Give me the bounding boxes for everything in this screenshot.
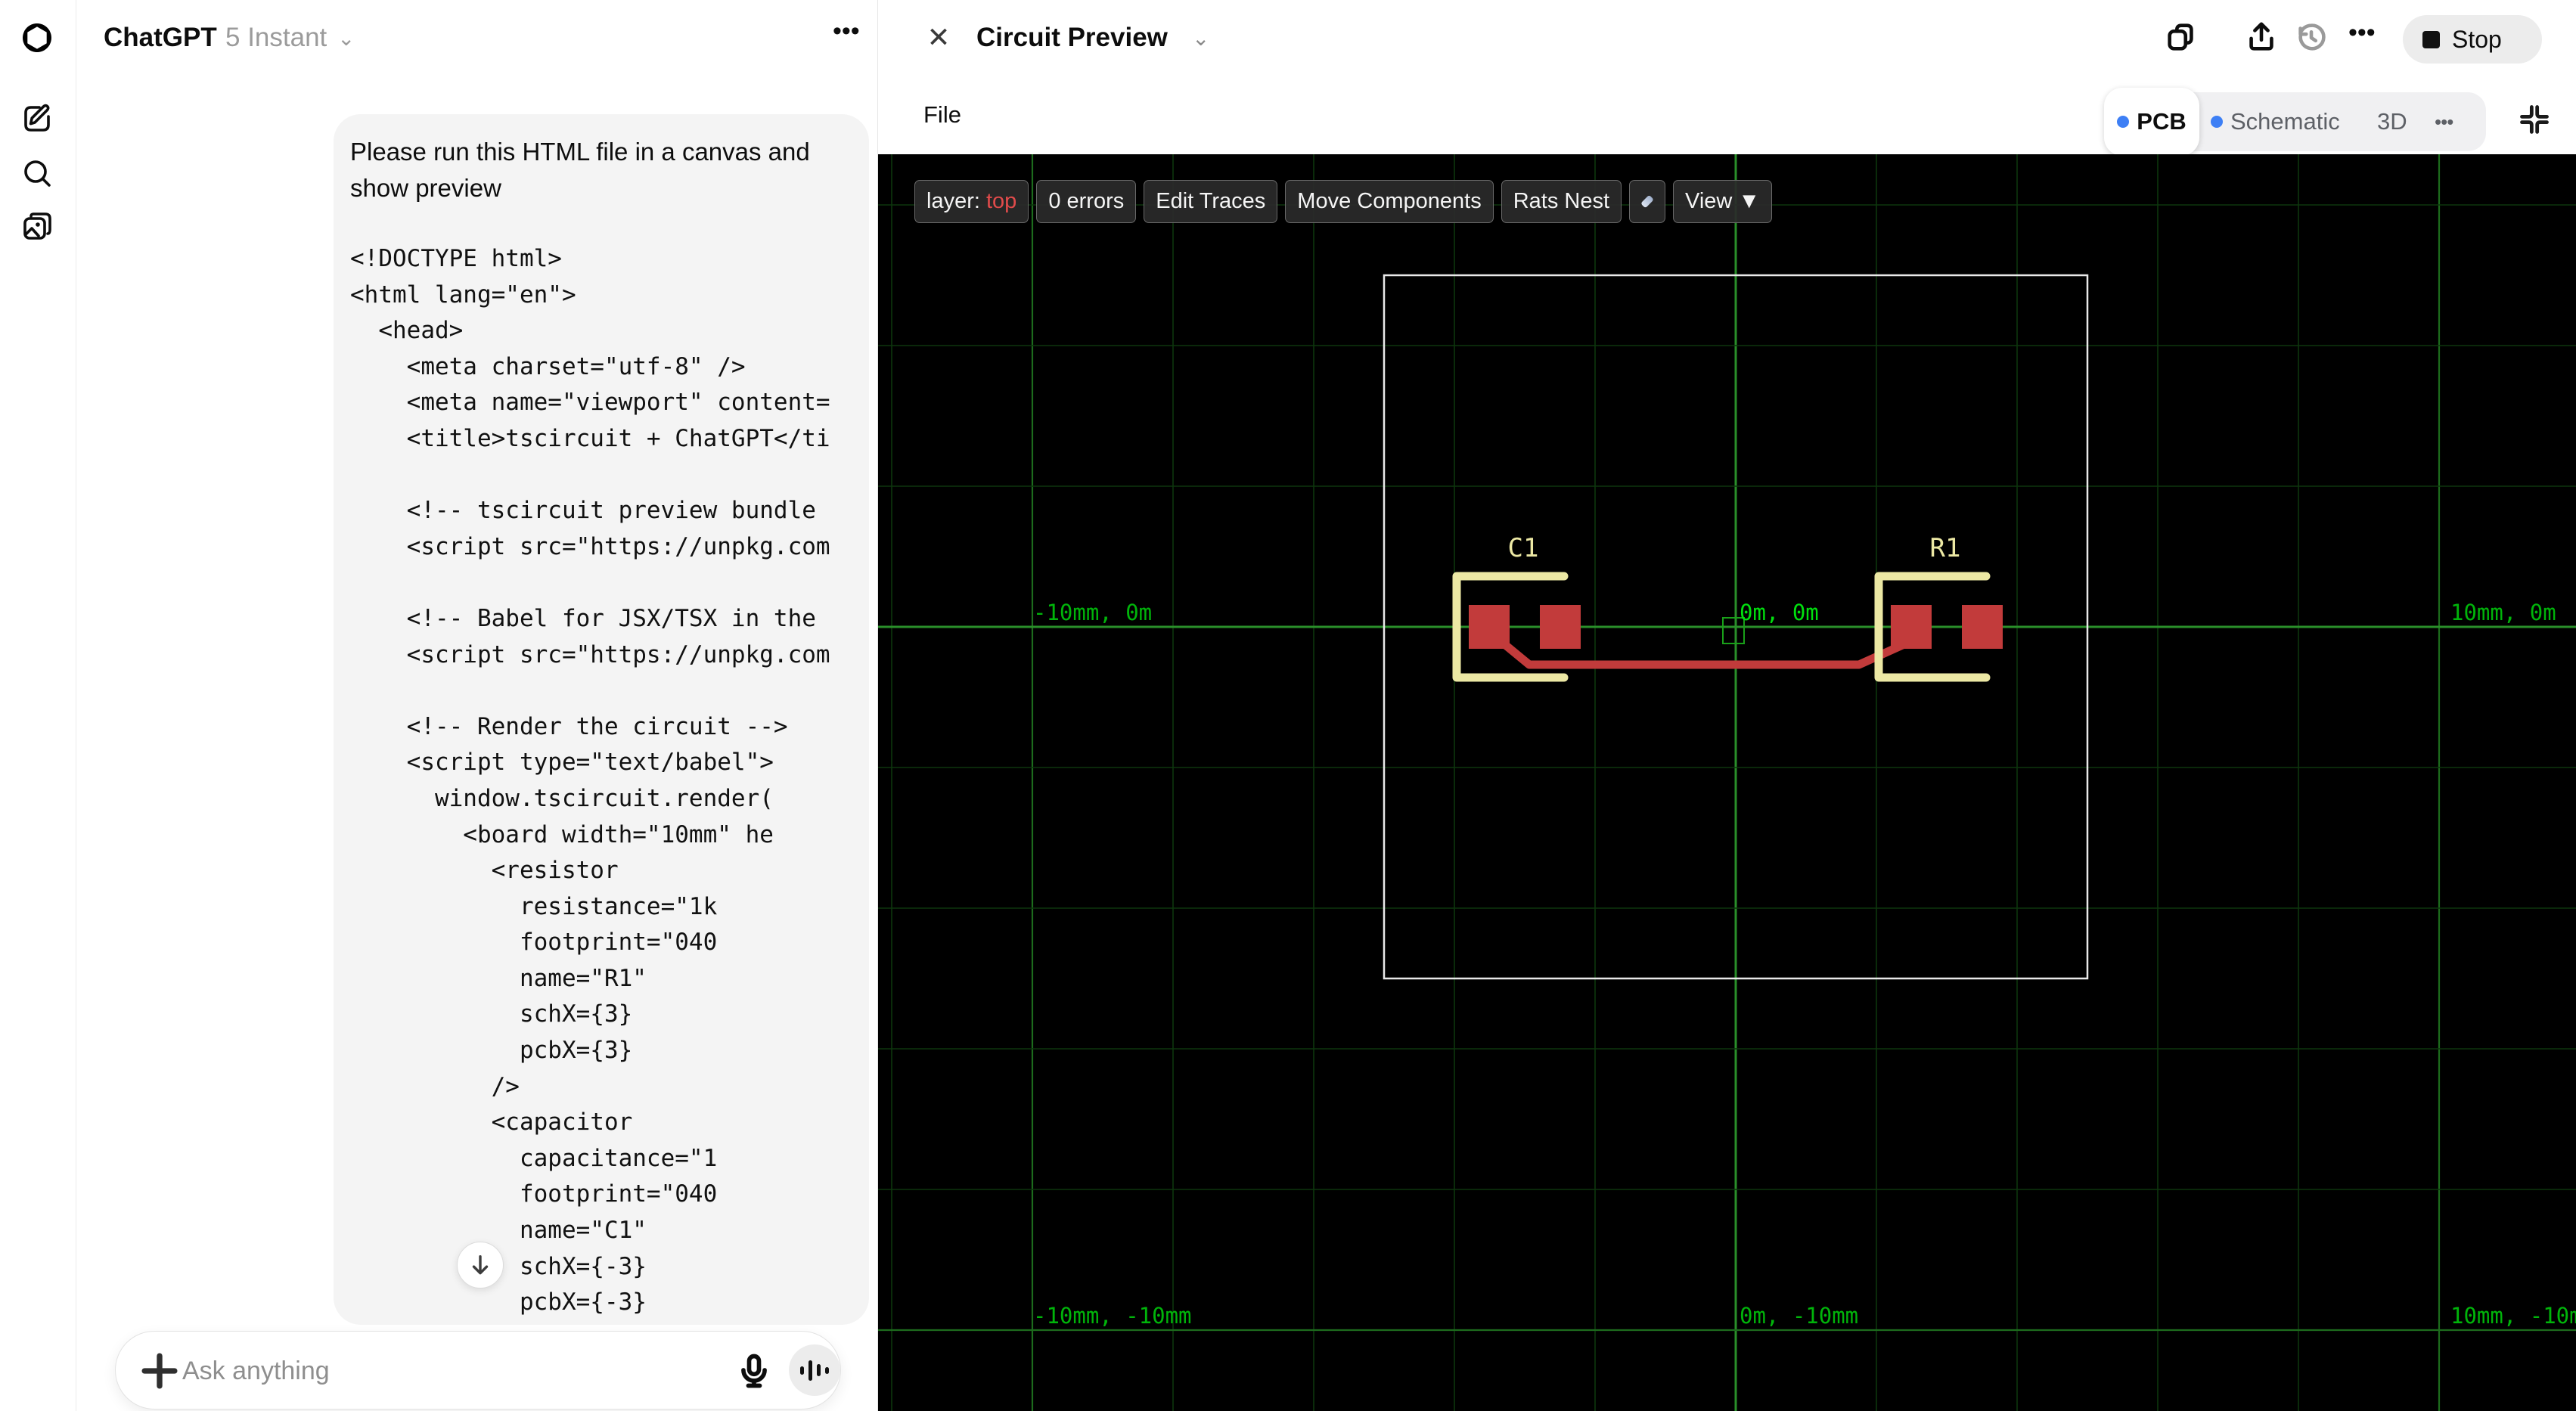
history-clock-icon (2298, 23, 2326, 51)
schematic-dot-icon (2211, 116, 2223, 128)
collapse-canvas-button[interactable] (2518, 103, 2551, 136)
sidebar (0, 0, 76, 1411)
pcb-canvas[interactable]: C1 R1 -10mm, 0m 0m, 0m 10mm, 0m -10mm, -10mm 0… (878, 154, 2576, 1411)
errors-button[interactable]: 0 errors (1036, 180, 1137, 223)
user-message-code: <!DOCTYPE html> <html lang="en"> <head> … (350, 245, 830, 1325)
close-canvas-button[interactable]: ✕ (920, 20, 957, 56)
model-name[interactable]: 5 Instant (225, 23, 327, 53)
microphone-icon (741, 1354, 767, 1388)
svg-text:C1: C1 (1508, 533, 1539, 563)
copy-button[interactable] (2164, 20, 2199, 54)
chat-header: ChatGPT 5 Instant ⌄ ••• (76, 0, 877, 76)
svg-text:10mm, 0m: 10mm, 0m (2450, 600, 2556, 625)
openai-logo-icon[interactable] (19, 20, 55, 56)
svg-text:10mm, -10mm: 10mm, -10mm (2450, 1303, 2576, 1329)
chat-panel: ChatGPT 5 Instant ⌄ ••• Please run this … (76, 0, 877, 1411)
arrow-down-icon (472, 1254, 489, 1275)
svg-text:-10mm, 0m: -10mm, 0m (1033, 600, 1152, 625)
app-name[interactable]: ChatGPT (104, 23, 217, 53)
edit-pencil-button[interactable] (1629, 180, 1666, 223)
user-message-bubble: Please run this HTML file in a canvas an… (334, 114, 869, 1325)
file-menu[interactable]: File (923, 101, 961, 129)
edit-traces-button[interactable]: Edit Traces (1144, 180, 1278, 223)
canvas-title: Circuit Preview (976, 23, 1168, 52)
share-upload-icon (2249, 22, 2273, 51)
svg-text:0m, 0m: 0m, 0m (1740, 600, 1819, 625)
plus-icon (141, 1353, 178, 1389)
pencil-icon (1640, 194, 1654, 209)
composer (115, 1331, 841, 1409)
stop-label: Stop (2452, 25, 2502, 53)
library-icon[interactable] (19, 209, 55, 246)
pcb-dot-icon (2117, 116, 2130, 128)
tab-pcb-label: PCB (2137, 108, 2186, 135)
layer-value: top (985, 189, 1017, 213)
layer-button[interactable]: layer: top (914, 180, 1029, 223)
view-dropdown-button[interactable]: View ▼ (1673, 180, 1773, 223)
svg-text:R1: R1 (1930, 533, 1961, 563)
attach-plus-button[interactable] (134, 1345, 185, 1397)
layer-label: layer: (926, 189, 986, 213)
stop-button[interactable]: Stop (2403, 15, 2542, 64)
canvas-panel: ✕ Circuit Preview ⌄ ••• Stop File PCB Sc… (877, 0, 2576, 1411)
svg-text:-10mm, -10mm: -10mm, -10mm (1033, 1303, 1192, 1329)
scroll-to-bottom-button[interactable] (457, 1242, 504, 1289)
move-components-button[interactable]: Move Components (1285, 180, 1494, 223)
tabs-more-icon[interactable]: ••• (2435, 88, 2453, 156)
tab-schematic[interactable]: Schematic (2211, 88, 2340, 156)
chevron-down-icon[interactable]: ⌄ (1192, 26, 1209, 51)
compress-icon (2520, 105, 2549, 134)
tab-pcb[interactable]: PCB (2104, 88, 2199, 156)
share-button[interactable] (2244, 20, 2279, 54)
chat-more-menu-icon[interactable]: ••• (833, 17, 860, 46)
search-icon[interactable] (19, 155, 55, 191)
chat-input[interactable] (182, 1350, 606, 1392)
openai-logo-icon (23, 23, 51, 52)
tab-schematic-label: Schematic (2230, 108, 2340, 135)
svg-text:0m, -10mm: 0m, -10mm (1740, 1303, 1858, 1329)
tab-3d[interactable]: 3D (2377, 88, 2407, 156)
waveform-icon (825, 1366, 829, 1374)
canvas-more-menu-icon[interactable]: ••• (2348, 18, 2376, 48)
stop-square-icon (2422, 30, 2440, 48)
waveform-icon (817, 1364, 821, 1376)
rats-nest-button[interactable]: Rats Nest (1501, 180, 1622, 223)
history-button[interactable] (2294, 20, 2329, 54)
dictate-button[interactable] (734, 1351, 774, 1391)
waveform-icon (808, 1360, 812, 1381)
waveform-icon (800, 1366, 804, 1375)
new-chat-icon[interactable] (19, 101, 55, 137)
voice-mode-button[interactable] (789, 1344, 840, 1396)
user-message-text: Please run this HTML file in a canvas an… (350, 138, 810, 202)
chevron-down-icon[interactable]: ⌄ (337, 26, 355, 51)
pcb-drawing: C1 R1 -10mm, 0m 0m, 0m 10mm, 0m -10mm, -10mm 0… (878, 154, 2576, 1411)
copy-icon (2168, 23, 2193, 51)
pcb-toolbar: layer: top 0 errors Edit Traces Move Com… (914, 180, 1773, 223)
